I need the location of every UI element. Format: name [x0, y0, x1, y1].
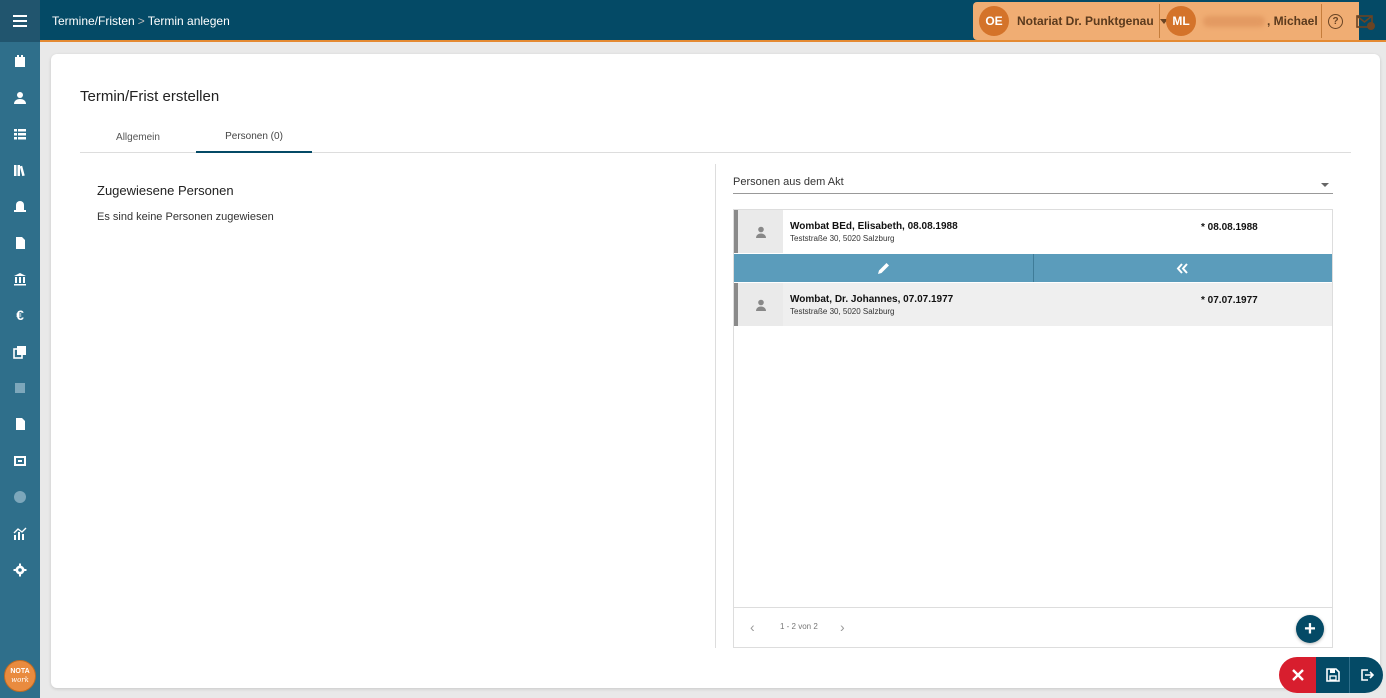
assigned-persons-empty: Es sind keine Personen zugewiesen	[97, 211, 274, 223]
euro-icon[interactable]: €	[0, 297, 40, 333]
info-icon[interactable]	[0, 479, 40, 515]
row-action-bar	[734, 254, 1332, 282]
person-address: Teststraße 30, 5020 Salzburg	[790, 234, 895, 243]
add-person-button[interactable]: +	[1296, 615, 1324, 643]
list-item[interactable]: Wombat BEd, Elisabeth, 08.08.1988 Testst…	[734, 210, 1332, 253]
top-bar: Termine/Fristen > Termin anlegen OE Nota…	[40, 0, 1386, 42]
assign-button[interactable]	[1034, 254, 1333, 282]
redacted-surname	[1203, 15, 1265, 27]
pagination-text: 1 - 2 von 2	[780, 622, 818, 631]
person-address: Teststraße 30, 5020 Salzburg	[790, 307, 895, 316]
ruler-icon[interactable]	[0, 443, 40, 479]
help-icon[interactable]: ?	[1328, 14, 1343, 29]
exit-icon	[1360, 669, 1374, 681]
double-chevron-left-icon	[1176, 262, 1188, 274]
select-value: Personen aus dem Akt	[733, 176, 844, 188]
pencil-icon	[877, 262, 889, 274]
org-avatar[interactable]: OE	[979, 6, 1009, 36]
person-dob: * 07.07.1977	[1201, 295, 1258, 306]
bank-icon[interactable]	[0, 261, 40, 297]
analytics-icon[interactable]	[0, 516, 40, 552]
breadcrumb-parent[interactable]: Termine/Fristen	[52, 14, 135, 28]
main-card: Termin/Frist erstellen Allgemein Persone…	[51, 54, 1380, 688]
copy-icon[interactable]	[0, 334, 40, 370]
file-icon[interactable]	[0, 406, 40, 442]
divider	[1321, 4, 1322, 38]
books-icon[interactable]	[0, 152, 40, 188]
square-icon[interactable]	[0, 370, 40, 406]
menu-icon[interactable]	[0, 0, 40, 42]
user-avatar[interactable]: ML	[1166, 6, 1196, 36]
org-name[interactable]: Notariat Dr. Punktgenau	[1017, 14, 1154, 28]
next-page-button[interactable]: ›	[840, 619, 845, 635]
document-icon[interactable]	[0, 225, 40, 261]
logo-line1: NOTA	[10, 668, 30, 675]
safe-icon[interactable]	[0, 188, 40, 224]
vertical-divider	[715, 164, 716, 648]
exit-button[interactable]	[1350, 657, 1383, 693]
mail-notification-icon[interactable]	[1356, 14, 1376, 30]
save-icon	[1325, 668, 1340, 682]
user-name[interactable]: , Michael	[1203, 14, 1318, 28]
user-first-name: , Michael	[1267, 14, 1318, 28]
gear-icon[interactable]	[0, 552, 40, 588]
person-dob: * 08.08.1988	[1201, 222, 1258, 233]
cancel-button[interactable]	[1279, 657, 1316, 693]
person-icon	[738, 283, 783, 326]
breadcrumb-separator: >	[137, 14, 145, 28]
person-name: Wombat, Dr. Johannes, 07.07.1977	[790, 294, 954, 305]
form-actions	[1279, 657, 1383, 693]
pagination: ‹ 1 - 2 von 2 › +	[734, 607, 1332, 647]
tab-allgemein[interactable]: Allgemein	[80, 122, 196, 153]
person-icon[interactable]	[0, 80, 40, 116]
assigned-persons-heading: Zugewiesene Personen	[97, 183, 234, 198]
save-button[interactable]	[1316, 657, 1350, 693]
sidebar: € NOTA work	[0, 0, 40, 698]
org-user-panel: OE Notariat Dr. Punktgenau ML , Michael	[973, 2, 1359, 40]
breadcrumb-current: Termin anlegen	[147, 14, 230, 28]
breadcrumb: Termine/Fristen > Termin anlegen	[52, 14, 230, 28]
calendar-check-icon[interactable]	[0, 43, 40, 79]
close-icon	[1291, 669, 1304, 681]
list-item[interactable]: Wombat, Dr. Johannes, 07.07.1977 Teststr…	[734, 283, 1332, 326]
persons-source-select[interactable]: Personen aus dem Akt	[733, 176, 1333, 194]
notawork-logo[interactable]: NOTA work	[4, 660, 36, 692]
person-name: Wombat BEd, Elisabeth, 08.08.1988	[790, 221, 958, 232]
divider	[1159, 4, 1160, 38]
chevron-down-icon	[1321, 183, 1329, 187]
persons-list: Wombat BEd, Elisabeth, 08.08.1988 Testst…	[733, 209, 1333, 648]
prev-page-button[interactable]: ‹	[750, 619, 755, 635]
logo-line2: work	[11, 676, 29, 684]
tab-personen[interactable]: Personen (0)	[196, 122, 312, 153]
table-icon[interactable]	[0, 116, 40, 152]
page-title: Termin/Frist erstellen	[80, 88, 220, 105]
tab-bar: Allgemein Personen (0)	[80, 122, 1351, 153]
person-icon	[738, 210, 783, 253]
edit-button[interactable]	[734, 254, 1034, 282]
